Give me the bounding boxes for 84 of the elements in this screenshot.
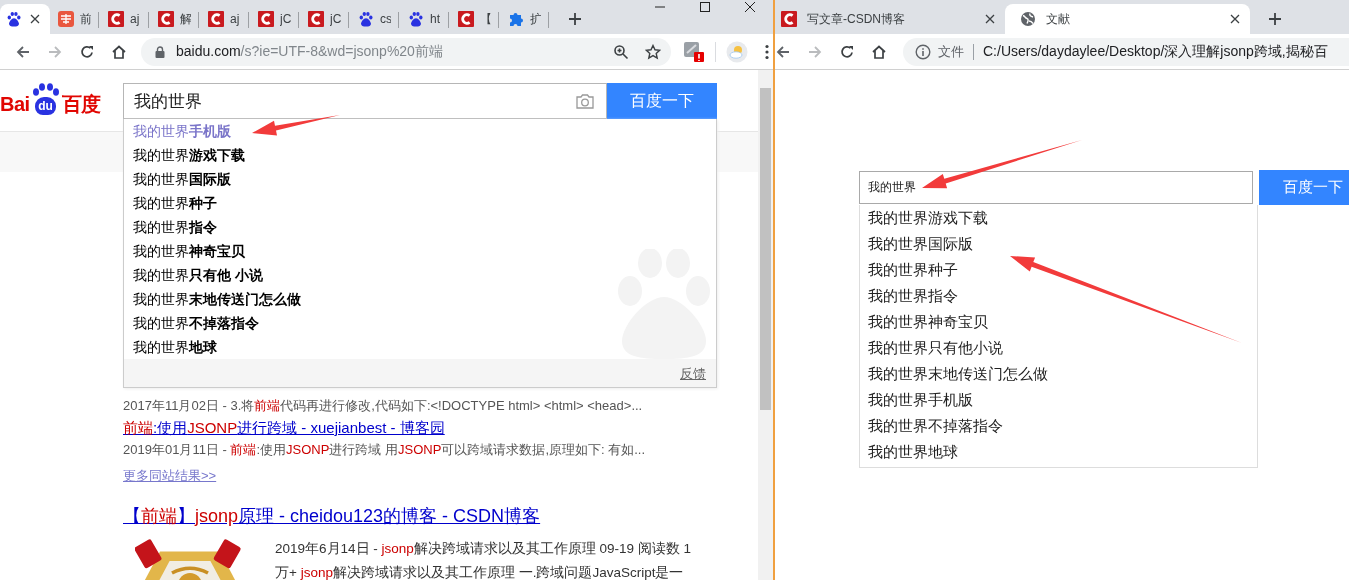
search-field[interactable]: 我的世界 [859, 171, 1253, 204]
suggestion-item[interactable]: 我的世界末地传送门怎么做 [860, 361, 1257, 387]
suggestion-item[interactable]: 我的世界手机版 [860, 387, 1257, 413]
scheme-label: 文件 [938, 42, 964, 61]
c-logo-icon [258, 11, 274, 27]
back-icon[interactable] [775, 43, 791, 60]
search-button[interactable]: 百度一下 [607, 83, 717, 119]
close-icon[interactable] [30, 14, 40, 24]
suggestion-item[interactable]: 我的世界末地传送门怎么做 [124, 287, 716, 311]
info-icon [915, 43, 931, 60]
suggestion-item[interactable]: 我的世界不掉落指令 [860, 413, 1257, 439]
address-text: C:/Users/daydaylee/Desktop/深入理解jsonp跨域,揭秘百 [983, 42, 1328, 61]
suggestion-item[interactable]: 我的世界指令 [860, 283, 1257, 309]
browser-tab[interactable]: jC [250, 4, 300, 34]
search-field[interactable]: 我的世界 [123, 83, 607, 119]
suggestion-item[interactable]: 我的世界国际版 [124, 167, 716, 191]
maximize-icon[interactable] [699, 1, 711, 13]
suggestion-item[interactable]: 我的世界只有他 小说 [124, 263, 716, 287]
search-button[interactable]: 百度一下 [1259, 170, 1349, 205]
browser-tab[interactable]: aj [200, 4, 250, 34]
browser-tab[interactable]: 【 [450, 4, 500, 34]
square-logo-icon [58, 11, 74, 27]
lock-icon [155, 45, 165, 58]
scrollbar[interactable] [758, 70, 773, 580]
suggestion-item[interactable]: 我的世界地球 [124, 335, 716, 359]
browser-tab[interactable] [0, 4, 50, 34]
scrollbar-thumb[interactable] [760, 88, 771, 410]
suggestion-item[interactable]: 我的世界手机版 [124, 119, 716, 143]
c-logo-icon [781, 11, 797, 27]
suggestion-item[interactable]: 我的世界只有他小说 [860, 335, 1257, 361]
browser-tab[interactable]: cs [350, 4, 400, 34]
back-icon[interactable] [15, 43, 31, 60]
browser-tab[interactable]: 解 [150, 4, 200, 34]
paw-icon [6, 11, 22, 27]
address-text: baidu.com/s?ie=UTF-8&wd=jsonp%20前端 [176, 42, 444, 61]
browser-tab[interactable]: aj [100, 4, 150, 34]
address-bar[interactable]: 文件 C:/Users/daydaylee/Desktop/深入理解jsonp跨域,揭秘百 [903, 37, 1349, 66]
reload-icon[interactable] [79, 43, 95, 60]
result-snippet: 2017年11月02日 - 3.将前端代码再进行修改,代码如下:<!DOCTYPE html> <html> <head>... [123, 397, 643, 415]
new-tab-icon[interactable] [568, 12, 582, 26]
home-icon[interactable] [111, 43, 127, 60]
camera-icon[interactable] [575, 93, 595, 109]
close-window-icon[interactable] [744, 1, 756, 13]
paw-icon [358, 11, 374, 27]
suggestion-item[interactable]: 我的世界地球 [860, 439, 1257, 465]
zoom-icon[interactable] [613, 43, 629, 60]
address-bar[interactable]: baidu.com/s?ie=UTF-8&wd=jsonp%20前端 [141, 37, 671, 66]
suggestion-item[interactable]: 我的世界指令 [124, 215, 716, 239]
suggestion-item[interactable]: 我的世界游戏下载 [124, 143, 716, 167]
browser-tab[interactable]: 写文章-CSDN博客 [775, 4, 1005, 34]
close-icon[interactable] [1230, 14, 1240, 24]
logo-text: Bai [0, 93, 30, 115]
close-icon[interactable] [985, 14, 995, 24]
c-logo-icon [208, 11, 224, 27]
suggestion-item[interactable]: 我的世界种子 [124, 191, 716, 215]
browser-tab[interactable]: 文献 [1005, 4, 1250, 34]
browser-tab[interactable]: jC [300, 4, 350, 34]
puzzle-icon [508, 11, 524, 27]
paw-logo: du [30, 83, 61, 115]
star-icon[interactable] [645, 43, 661, 60]
suggestion-item[interactable]: 我的世界神奇宝贝 [860, 309, 1257, 335]
suggestion-item[interactable]: 我的世界神奇宝贝 [124, 239, 716, 263]
feedback-link[interactable]: 反馈 [680, 366, 706, 381]
menu-icon[interactable] [765, 43, 769, 60]
result-snippet: 2019年6月14日 - jsonp解决跨域请求以及其工作原理 09-19 阅读数 1万+ jsonp解决跨域请求以及其工作原理 一.跨域问题JavaScript是一 [275, 540, 693, 580]
extension-alert-icon[interactable] [683, 40, 705, 63]
result-snippet: 2019年01月11日 - 前端:使用JSONP进行跨域 用JSONP可以跨域请求数据,原理如下: 有如... [123, 441, 646, 459]
c-logo-icon [108, 11, 124, 27]
suggestion-item[interactable]: 我的世界种子 [860, 257, 1257, 283]
c-logo-icon [158, 11, 174, 27]
globe-icon [1020, 11, 1036, 27]
browser-tab[interactable]: ht [400, 4, 450, 34]
suggestion-item[interactable]: 我的世界国际版 [860, 231, 1257, 257]
suggestion-item[interactable]: 我的世界不掉落指令 [124, 311, 716, 335]
browser-tab[interactable]: 前 [50, 4, 100, 34]
new-tab-icon[interactable] [1268, 12, 1282, 26]
logo-text: 百度 [61, 93, 101, 115]
c-logo-icon [308, 11, 324, 27]
paw-icon [408, 11, 424, 27]
c-logo-icon [458, 11, 474, 27]
browser-tab[interactable]: 扩 [500, 4, 550, 34]
suggestion-item[interactable]: 我的世界游戏下载 [860, 205, 1257, 231]
home-icon[interactable] [871, 43, 887, 60]
reload-icon[interactable] [839, 43, 855, 60]
